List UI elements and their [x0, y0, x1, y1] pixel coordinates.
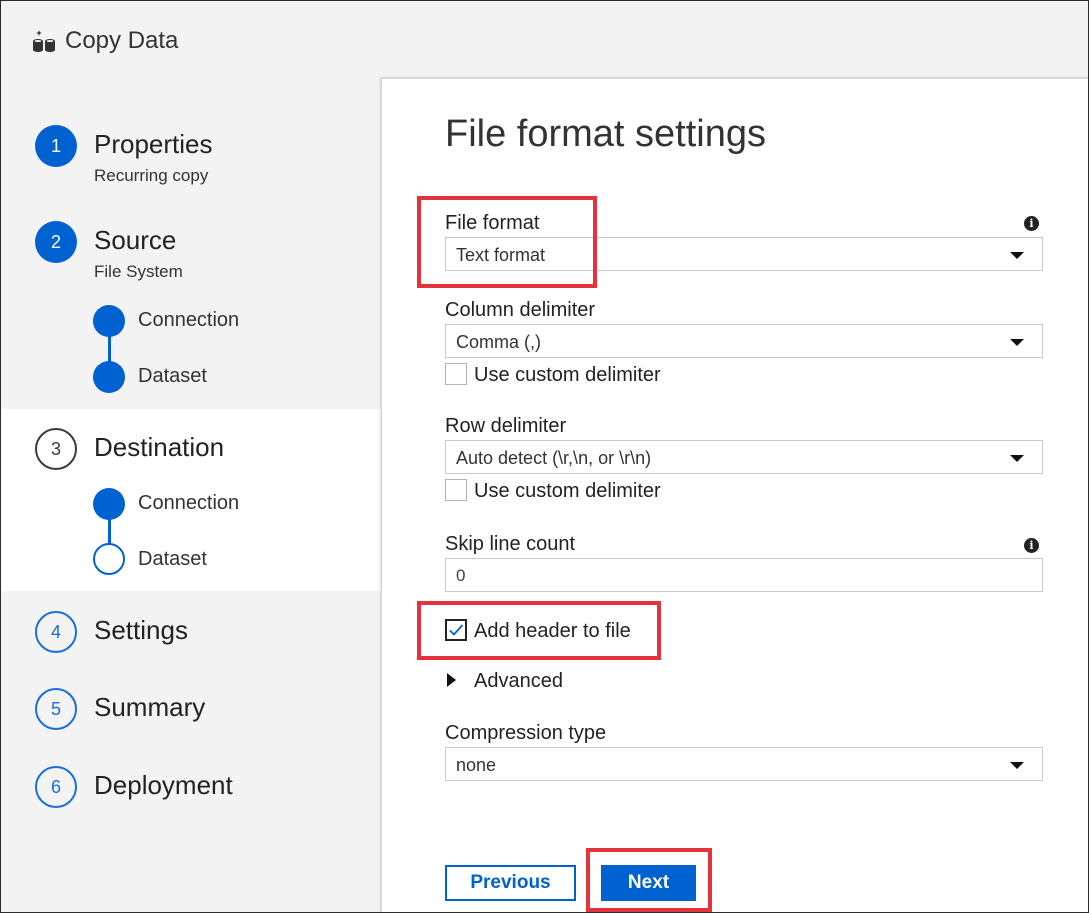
substep-dot-destination-connection	[93, 488, 125, 520]
step-number-4: 4	[35, 611, 77, 653]
column-custom-delimiter-label: Use custom delimiter	[474, 364, 661, 386]
compression-type-select[interactable]: none	[445, 747, 1043, 781]
skip-line-count-label: Skip line count	[445, 533, 576, 555]
step-number-3: 3	[35, 428, 77, 470]
compression-type-value: none	[456, 755, 497, 775]
step-subtitle-properties: Recurring copy	[94, 166, 209, 185]
row-custom-delimiter-label: Use custom delimiter	[474, 480, 661, 502]
step-title-source: Source	[94, 225, 177, 255]
substep-dot-source-connection	[93, 305, 125, 337]
page-title: File format settings	[445, 113, 766, 155]
column-delimiter-value: Comma (,)	[456, 332, 541, 352]
copy-data-icon	[31, 28, 57, 54]
caret-right-icon	[447, 673, 456, 687]
step-title-deployment: Deployment	[94, 770, 233, 800]
substep-destination-connection[interactable]: Connection	[138, 492, 239, 515]
step-title-summary: Summary	[94, 692, 206, 722]
app-title: Copy Data	[65, 27, 179, 54]
step-title-properties: Properties	[94, 129, 213, 159]
file-format-label: File format	[445, 212, 540, 234]
compression-type-label: Compression type	[445, 722, 607, 744]
app-header: Copy Data	[31, 25, 178, 57]
substep-destination-dataset[interactable]: Dataset	[138, 548, 207, 571]
row-custom-delimiter-checkbox[interactable]	[445, 479, 467, 501]
step-number-6: 6	[35, 766, 77, 808]
chevron-down-icon	[1010, 339, 1024, 346]
step-number-1: 1	[35, 125, 77, 167]
column-custom-delimiter-checkbox[interactable]	[445, 363, 467, 385]
substep-dot-source-dataset	[93, 361, 125, 393]
row-delimiter-label: Row delimiter	[445, 415, 567, 437]
copy-data-window: Copy Data 1 Properties Recurring copy 2 …	[0, 0, 1089, 913]
column-delimiter-select[interactable]: Comma (,)	[445, 324, 1043, 358]
info-icon[interactable]: i	[1024, 216, 1039, 231]
file-format-select[interactable]: Text format	[445, 237, 1043, 271]
add-header-label: Add header to file	[474, 620, 631, 642]
chevron-down-icon	[1010, 762, 1024, 769]
checkmark-icon	[449, 624, 464, 636]
add-header-checkbox[interactable]	[445, 619, 467, 641]
column-delimiter-label: Column delimiter	[445, 299, 596, 321]
advanced-label: Advanced	[474, 670, 563, 692]
row-delimiter-value: Auto detect (\r,\n, or \r\n)	[456, 448, 652, 468]
skip-line-count-input[interactable]: 0	[445, 558, 1043, 592]
previous-button[interactable]: Previous	[445, 865, 576, 901]
file-format-value: Text format	[456, 245, 546, 265]
step-destination[interactable]: 3 Destination Connection Dataset	[1, 409, 383, 591]
skip-line-count-value: 0	[456, 566, 466, 585]
step-title-destination: Destination	[94, 432, 225, 462]
substep-source-connection[interactable]: Connection	[138, 309, 239, 332]
chevron-down-icon	[1010, 252, 1024, 259]
info-icon[interactable]: i	[1024, 538, 1039, 553]
step-title-settings: Settings	[94, 615, 188, 645]
step-number-5: 5	[35, 688, 77, 730]
chevron-down-icon	[1010, 455, 1024, 462]
substep-dot-destination-dataset	[93, 543, 125, 575]
substep-source-dataset[interactable]: Dataset	[138, 365, 207, 388]
step-number-2: 2	[35, 221, 77, 263]
next-button[interactable]: Next	[601, 865, 696, 901]
step-subtitle-source: File System	[94, 262, 183, 281]
row-delimiter-select[interactable]: Auto detect (\r,\n, or \r\n)	[445, 440, 1043, 474]
